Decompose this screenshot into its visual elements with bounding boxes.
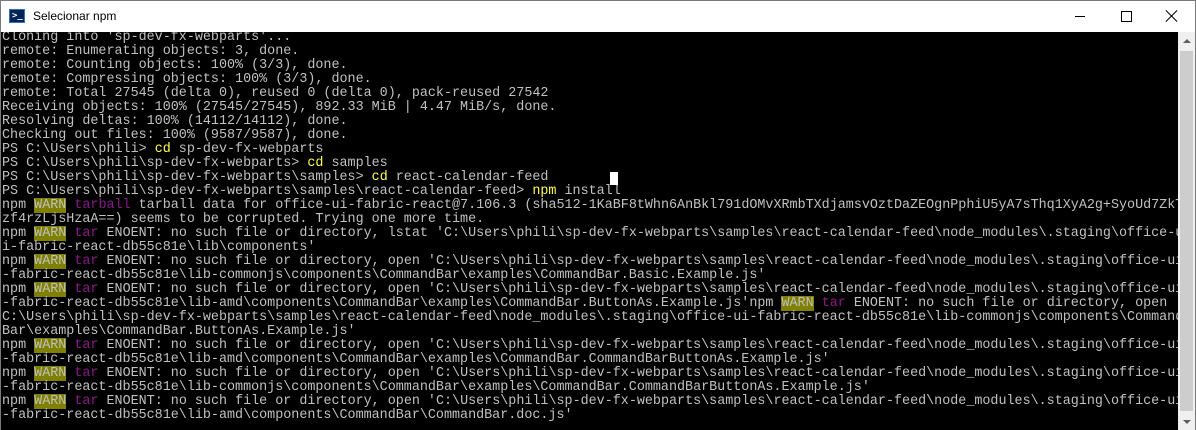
output-line: remote: Enumerating objects: 3, done. [2,44,300,59]
prompt-text: PS C:\Users\phili\sp-dev-fx-webparts\sam… [2,184,533,199]
prompt-text: PS C:\Users\phili\sp-dev-fx-webparts> [2,156,308,171]
output-line: remote: Counting objects: 100% (3/3), do… [2,58,348,73]
scrollbar-thumb[interactable] [1180,51,1193,411]
warn-message: ENOENT: no such file or directory, open … [98,366,1179,381]
warn-message: ENOENT: no such file or directory, open … [98,254,1179,269]
command-arg: samples [323,156,388,171]
command-text: cd [371,170,388,185]
prompt-line: PS C:\Users\phili\sp-dev-fx-webparts> cd… [2,157,388,171]
warn-message: ENOENT: no such file or directory, open … [98,282,1179,297]
powershell-window: >_ Selecionar npm Cloning into 'sp-dev-f… [0,0,1196,430]
minimize-button[interactable] [1057,1,1103,31]
npm-label: npm [2,394,27,409]
warn-line: -fabric-react-db55c81e\lib-amd\component… [2,408,573,423]
arrow-down-icon [1182,419,1191,424]
maximize-button[interactable] [1103,1,1149,31]
npm-label: npm [2,198,27,213]
command-arg: sp-dev-fx-webparts [170,142,324,157]
warn-line: npm WARN tarball tarball data for office… [2,198,1178,213]
powershell-icon[interactable]: >_ [9,9,25,23]
tar-tag: tar [74,394,99,409]
warn-badge: WARN [34,338,67,353]
warn-line: npm WARN tar ENOENT: no such file or dir… [2,338,1179,353]
prompt-line: PS C:\Users\phili> cd sp-dev-fx-webparts [2,143,323,157]
warn-badge: WARN [34,254,67,269]
command-text: cd [154,142,171,157]
title-bar[interactable]: >_ Selecionar npm [1,1,1195,32]
text-cursor [610,172,618,185]
warn-line: npm WARN tar ENOENT: no such file or dir… [2,254,1179,269]
window-title: Selecionar npm [33,9,117,23]
prompt-line: PS C:\Users\phili\sp-dev-fx-webparts\sam… [2,171,548,185]
warn-line: Bar\examples\CommandBar.ButtonAs.Example… [2,324,356,339]
warn-line: zf4rzLjsHzaA==) seems to be corrupted. T… [2,212,485,227]
minimize-icon [1075,15,1085,17]
close-icon [1166,10,1178,22]
scroll-up-button[interactable] [1178,32,1195,49]
output-line: Receiving objects: 100% (27545/27545), 8… [2,100,557,115]
npm-label: npm [749,296,774,311]
tar-tag: tar [74,366,99,381]
warn-line: npm WARN tar ENOENT: no such file or dir… [2,366,1179,381]
prompt-text: PS C:\Users\phili\sp-dev-fx-webparts\sam… [2,170,372,185]
warn-line: npm WARN tar ENOENT: no such file or dir… [2,394,1179,409]
tarball-tag: tarball [74,198,131,213]
tar-tag: tar [74,226,99,241]
scroll-down-button[interactable] [1178,413,1195,430]
vertical-scrollbar[interactable] [1178,32,1195,430]
npm-label: npm [2,254,27,269]
warn-badge: WARN [781,296,814,311]
warn-badge: WARN [34,366,67,381]
warn-message: ENOENT: no such file or directory, lstat… [98,226,1179,241]
warn-line: npm WARN tar ENOENT: no such file or dir… [2,282,1179,297]
warn-badge: WARN [34,394,67,409]
warn-message: ENOENT: no such file or directory, open … [98,338,1179,353]
npm-label: npm [2,338,27,353]
warn-line: -fabric-react-db55c81e\lib-amd\component… [2,352,830,367]
npm-label: npm [2,226,27,241]
warn-message: ENOENT: no such file or directory, open … [98,394,1179,409]
warn-message: ENOENT: no such file or directory, open … [845,296,1178,311]
warn-badge: WARN [34,198,67,213]
command-text: cd [307,156,324,171]
command-arg: react-calendar-feed [387,170,549,185]
tar-tag: tar [74,282,99,297]
tar-tag: tar [74,254,99,269]
command-text: npm [532,184,557,199]
warn-badge: WARN [34,282,67,297]
warn-badge: WARN [34,226,67,241]
warn-line: npm WARN tar ENOENT: no such file or dir… [2,226,1179,241]
npm-label: npm [2,282,27,297]
tar-tag: tar [821,296,846,311]
warn-message: tarball data for office-ui-fabric-react@… [130,198,1178,213]
output-line: remote: Total 27545 (delta 0), reused 0 … [2,86,549,101]
prompt-text: PS C:\Users\phili> [2,142,155,157]
prompt-line: PS C:\Users\phili\sp-dev-fx-webparts\sam… [2,185,621,199]
warn-line: -fabric-react-db55c81e\lib-amd\component… [2,296,1178,311]
output-line: remote: Compressing objects: 100% (3/3),… [2,72,372,87]
output-line: Resolving deltas: 100% (14112/14112), do… [2,114,348,129]
output-line: Checking out files: 100% (9587/9587), do… [2,128,348,143]
close-button[interactable] [1149,1,1195,31]
warn-line: -fabric-react-db55c81e\lib-commonjs\comp… [2,268,766,283]
warn-line: -fabric-react-db55c81e\lib-commonjs\comp… [2,380,870,395]
command-arg: install [556,184,621,199]
npm-label: npm [2,366,27,381]
tar-tag: tar [74,338,99,353]
warn-line: C:\Users\phili\sp-dev-fx-webparts\sample… [2,310,1178,325]
warn-message: -fabric-react-db55c81e\lib-amd\component… [2,296,750,311]
maximize-icon [1120,10,1132,22]
arrow-up-icon [1182,38,1191,43]
console-output[interactable]: Cloning into 'sp-dev-fx-webparts'... rem… [1,32,1178,430]
warn-line: i-fabric-react-db55c81e\lib\components' [2,240,316,255]
